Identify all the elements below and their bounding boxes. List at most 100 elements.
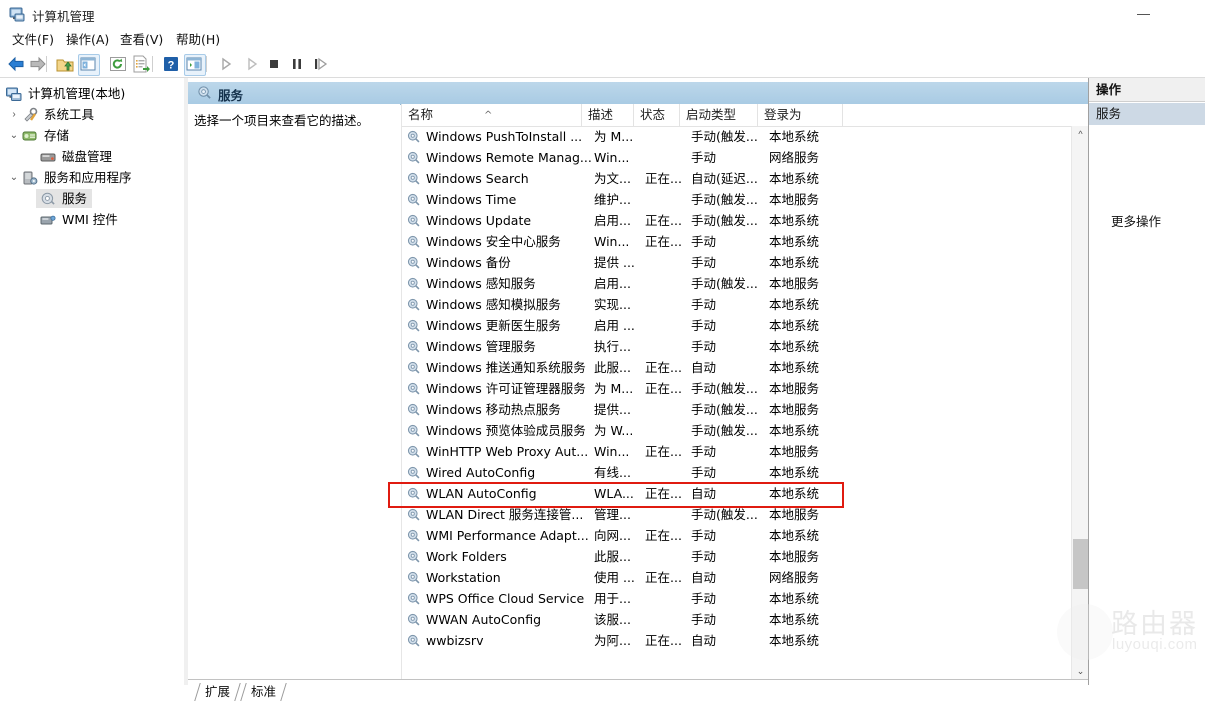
start-service-icon[interactable] [216,54,236,74]
cell-name: Windows 许可证管理器服务 [426,381,586,396]
table-row[interactable]: Windows 许可证管理器服务为 M... 正在... 手动(触发... 本地服务 [402,378,1072,399]
scroll-up-arrow-icon[interactable]: ^ [1072,126,1089,143]
table-row[interactable]: Workstation 使用 ... 正在... 自动 网络服务 [402,567,1072,588]
cell-log-on-as: 本地系统 [769,129,820,144]
cell-startup-type: 自动 [691,570,717,585]
stop-service-icon[interactable] [264,54,284,74]
table-row[interactable]: Windows 感知模拟服务 实现... 手动 本地系统 [402,294,1072,315]
column-header-name[interactable]: 名称 ^ [402,104,582,126]
refresh-icon[interactable] [108,54,128,74]
table-row[interactable]: Windows PushToInstall ... 为 M... 手动(触发... 本… [402,126,1072,147]
actions-section-services[interactable]: 服务 [1089,103,1205,125]
menu-bar: 文件(F) 操作(A) 查看(V) 帮助(H) [0,29,1205,51]
table-row[interactable]: Windows 预览体验成员服务为 W... 手动(触发... 本地系统 [402,420,1072,441]
tree-twisty-collapsed[interactable]: › [7,105,21,124]
column-header-log-on-as[interactable]: 登录为 [758,104,843,126]
cell-name: WMI Performance Adapt... [426,528,589,543]
table-row[interactable]: Windows 移动热点服务 提供... 手动(触发... 本地服务 [402,399,1072,420]
column-header-description[interactable]: 描述 [582,104,634,126]
table-row[interactable]: Windows 安全中心服务 Win... 正在... 手动 本地系统 [402,231,1072,252]
export-list-icon[interactable] [131,54,151,74]
cell-description: Win... [594,234,630,249]
table-row[interactable]: Work Folders 此服... 手动 本地服务 [402,546,1072,567]
computer-management-icon [9,6,26,23]
table-row[interactable]: WLAN AutoConfig WLA... 正在... 自动 本地系统 [402,483,1072,504]
table-row[interactable]: Windows Update 启用... 正在... 手动(触发... 本地系统 [402,210,1072,231]
forward-arrow-icon[interactable] [28,54,48,74]
table-row[interactable]: Windows 管理服务 执行... 手动 本地系统 [402,336,1072,357]
table-row[interactable]: wwbizsrv 为阿... 正在... 自动 本地系统 [402,630,1072,651]
table-row[interactable]: Windows 更新医生服务 启用 ... 手动 本地系统 [402,315,1072,336]
table-row[interactable]: Windows 推送通知系统服务 此服... 正在... 自动 本地系统 [402,357,1072,378]
column-header-status[interactable]: 状态 [634,104,680,126]
table-row[interactable]: WinHTTP Web Proxy Aut... Win... 正在... 手动 本地服… [402,441,1072,462]
service-gear-icon [406,507,421,522]
tree-twisty-expanded[interactable]: ⌄ [7,126,21,145]
up-folder-icon[interactable] [55,54,75,74]
tree-node-system-tools[interactable]: 系统工具 [22,105,178,124]
service-gear-icon [406,423,421,438]
list-vertical-scrollbar[interactable]: ^ ⌄ [1071,126,1089,680]
tree-node-disk-management[interactable]: 磁盘管理 [40,147,180,166]
cell-startup-type: 手动 [691,612,717,627]
minimize-button[interactable] [1121,0,1167,29]
menu-action[interactable]: 操作(A) [60,31,115,49]
table-row[interactable]: Windows Remote Manag... Win... 手动 网络服务 [402,147,1072,168]
cell-startup-type: 手动 [691,549,717,564]
tree-node-computer-management[interactable]: 计算机管理(本地) [6,84,176,103]
cell-log-on-as: 本地系统 [769,171,820,186]
menu-view[interactable]: 查看(V) [114,31,169,49]
cell-name: Windows Remote Manag... [426,150,591,165]
show-hide-tree-icon[interactable] [78,54,100,76]
tab-label: 标准 [251,684,277,699]
table-row[interactable]: WPS Office Cloud Service 用于... 手动 本地系统 [402,588,1072,609]
table-row[interactable]: Windows 备份 提供 ... 手动 本地系统 [402,252,1072,273]
show-action-pane-icon[interactable] [184,54,206,76]
table-row[interactable]: Windows 感知服务 启用... 手动(触发... 本地服务 [402,273,1072,294]
tree-node-label: 磁盘管理 [62,149,113,164]
table-row[interactable]: WLAN Direct 服务连接管... 管理... 手动(触发... 本地服务 [402,504,1072,525]
cell-startup-type: 手动 [691,234,717,249]
tree-node-storage[interactable]: 存储 [22,126,178,145]
cell-log-on-as: 本地系统 [769,423,820,438]
restart-service-icon[interactable] [310,54,330,74]
cell-status: 正在... [645,570,682,585]
table-row[interactable]: Windows Time 维护... 手动(触发... 本地服务 [402,189,1072,210]
service-gear-icon [406,549,421,564]
cell-description: 启用 ... [594,318,635,333]
cell-startup-type: 手动 [691,528,717,543]
cell-startup-type: 手动 [691,255,717,270]
service-gear-icon [406,255,421,270]
table-row[interactable]: Wired AutoConfig 有线... 手动 本地系统 [402,462,1072,483]
tab-edge [240,683,247,701]
table-row[interactable]: WWAN AutoConfig 该服... 手动 本地系统 [402,609,1072,630]
table-row[interactable]: Windows Search 为文... 正在... 自动(延迟... 本地系统 [402,168,1072,189]
help-icon[interactable]: ? [161,54,181,74]
cell-name: Work Folders [426,549,507,564]
cell-name: Windows 管理服务 [426,339,536,354]
scroll-down-arrow-icon[interactable]: ⌄ [1072,663,1089,680]
tree-node-services-and-applications[interactable]: 服务和应用程序 [22,168,178,187]
column-header-startup-type[interactable]: 启动类型 [680,104,758,126]
action-more-actions[interactable]: 更多操作 [1111,211,1161,230]
menu-help[interactable]: 帮助(H) [170,31,226,49]
resume-service-icon[interactable] [242,54,262,74]
cell-startup-type: 自动(延迟... [691,171,758,186]
scrollbar-thumb[interactable] [1073,539,1088,589]
tree-node-wmi-control[interactable]: WMI 控件 [40,210,180,229]
cell-description: 此服... [594,549,631,564]
cell-status [645,294,687,315]
table-row[interactable]: WMI Performance Adapt... 向网... 正在... 手动 本地系统 [402,525,1072,546]
back-arrow-icon[interactable] [6,54,26,74]
tree-node-services[interactable]: 服务 [36,189,92,208]
cell-log-on-as: 本地系统 [769,528,820,543]
cell-description: 为 M... [594,381,634,396]
pause-service-icon[interactable] [287,54,307,74]
tree-twisty-expanded[interactable]: ⌄ [7,168,21,187]
menu-file[interactable]: 文件(F) [6,31,60,49]
cell-description: 提供 ... [594,255,635,270]
cell-startup-type: 自动 [691,486,717,501]
cell-description: 为 W... [594,423,634,438]
cell-name: Windows 安全中心服务 [426,234,561,249]
cell-status [645,273,687,294]
